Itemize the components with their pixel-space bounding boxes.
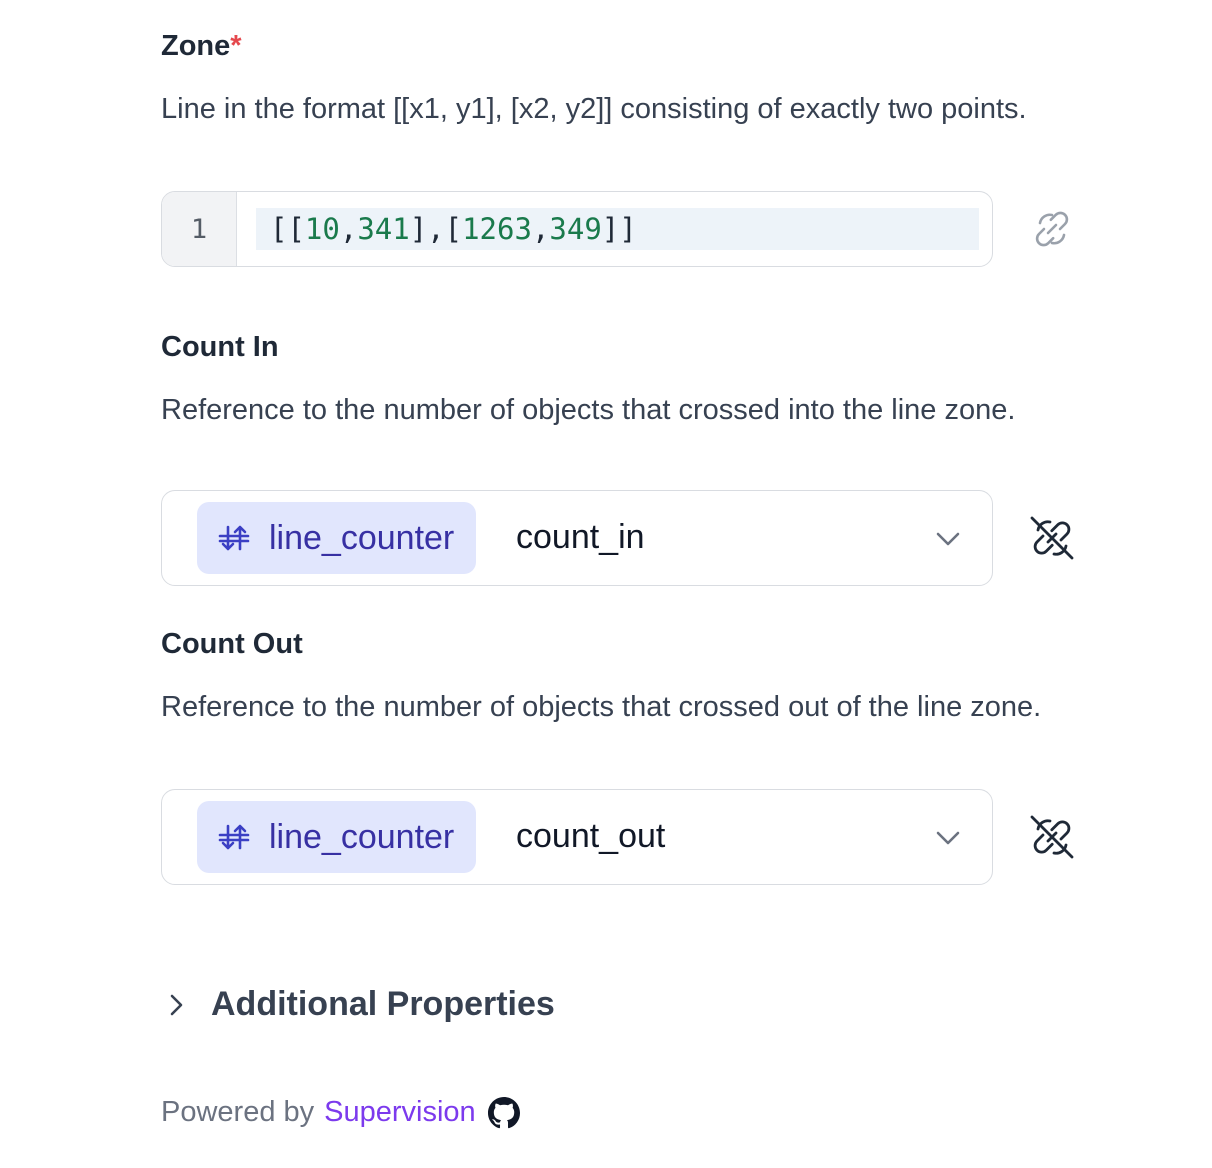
code-y1: 341 [357,212,410,246]
count-out-title: Count Out [161,628,303,660]
powered-by-footer: Powered by Supervision [161,1096,520,1129]
chevron-right-icon [170,994,183,1015]
count-out-select[interactable]: line_counter count_out [161,789,993,885]
link-icon[interactable] [1026,203,1078,255]
unlink-icon[interactable] [1026,811,1078,863]
step-chip[interactable]: line_counter [197,801,477,873]
step-chip[interactable]: line_counter [197,502,477,574]
powered-by-text: Powered by [161,1096,315,1128]
selected-output: count_out [516,817,666,855]
step-arrows-icon [218,525,250,551]
code-y2: 349 [549,212,602,246]
supervision-link[interactable]: Supervision [324,1096,476,1129]
selected-output: count_in [516,518,645,556]
zone-code-editor[interactable]: 1 [[10,341],[1263,349]] [161,191,993,267]
zone-title: Zone* [161,30,242,63]
unlink-icon[interactable] [1026,512,1078,564]
count-in-description: Reference to the number of objects that … [161,394,1016,426]
zone-title-label: Zone [161,30,231,62]
github-icon[interactable] [487,1096,520,1129]
chevron-down-icon[interactable] [934,824,962,852]
zone-description: Line in the format [[x1, y1], [x2, y2]] … [161,93,1027,125]
count-out-description: Reference to the number of objects that … [161,691,1042,723]
count-in-title: Count In [161,331,279,363]
additional-properties-label: Additional Properties [211,985,555,1023]
code-comma: , [531,212,550,246]
code-comma: , [339,212,358,246]
step-chip-label: line_counter [269,817,455,856]
step-arrows-icon [218,824,250,850]
code-bracket-close: ]] [601,212,637,246]
code-line[interactable]: [[10,341],[1263,349]] [256,208,979,250]
required-marker: * [230,30,242,62]
step-chip-label: line_counter [269,518,455,557]
code-bracket-mid: ],[ [409,212,463,246]
chevron-down-icon[interactable] [934,525,962,553]
code-bracket-open: [[ [270,212,305,246]
line-number-gutter: 1 [162,192,237,266]
additional-properties-toggle[interactable]: Additional Properties [161,985,555,1024]
count-in-select[interactable]: line_counter count_in [161,490,993,586]
code-x1: 10 [304,212,340,246]
code-x2: 1263 [462,212,532,246]
